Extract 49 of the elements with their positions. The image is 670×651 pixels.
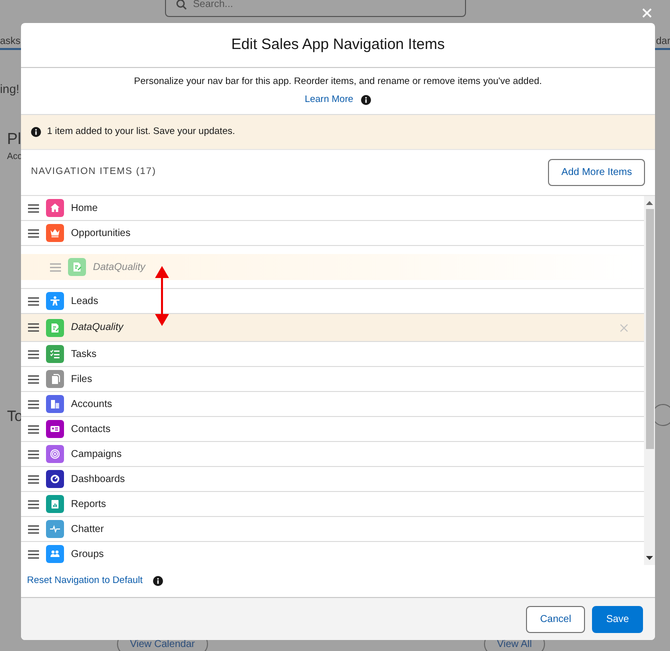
banner-text: ing! xyxy=(0,81,20,98)
scrollbar[interactable] xyxy=(644,196,655,565)
reset-navigation-link[interactable]: Reset Navigation to Default xyxy=(27,574,143,588)
info-icon xyxy=(152,576,163,586)
scroll-down-icon[interactable] xyxy=(646,555,653,561)
drag-handle-icon[interactable] xyxy=(28,474,39,484)
alert-message: 1 item added to your list. Save your updates. xyxy=(47,124,235,139)
drag-handle-icon[interactable] xyxy=(28,228,39,238)
card-subtitle: Acc xyxy=(7,150,22,163)
nav-item[interactable]: Accounts xyxy=(21,392,644,417)
nav-item[interactable]: Chatter xyxy=(21,517,644,542)
tab-label: dar xyxy=(656,35,670,49)
info-icon xyxy=(31,127,41,137)
learn-more-link[interactable]: Learn More xyxy=(304,92,354,107)
nav-item[interactable]: Home xyxy=(21,196,644,221)
add-more-items-button[interactable]: Add More Items xyxy=(548,159,645,186)
description-text: Personalize your nav bar for this app. Reorder items, and rename or remove items you've added. xyxy=(134,75,542,90)
nav-item[interactable]: Reports xyxy=(21,492,644,517)
scroll-up-icon[interactable] xyxy=(646,200,653,206)
close-icon[interactable] xyxy=(642,8,652,18)
section-heading: NAVIGATION ITEMS (17) xyxy=(31,165,156,180)
nav-item[interactable]: Tasks xyxy=(21,342,644,367)
nav-item[interactable]: Contacts xyxy=(21,417,644,442)
modal-title: Edit Sales App Navigation Items xyxy=(231,36,445,54)
drag-handle-icon[interactable] xyxy=(28,450,39,458)
drag-handle-icon[interactable] xyxy=(28,350,39,358)
drag-handle-icon[interactable] xyxy=(28,424,39,434)
info-icon xyxy=(361,94,372,105)
nav-item[interactable]: DataQuality xyxy=(21,314,644,342)
nav-item[interactable]: Dashboards xyxy=(21,467,644,492)
nav-item[interactable]: Groups xyxy=(21,542,644,565)
drag-handle-icon[interactable] xyxy=(28,524,39,534)
save-button[interactable]: Save xyxy=(592,606,643,632)
drag-handle-icon[interactable] xyxy=(28,550,39,558)
card-title: Pl xyxy=(7,130,22,150)
drag-handle-icon[interactable] xyxy=(28,500,39,508)
double-arrow-icon xyxy=(154,265,170,327)
search-icon xyxy=(176,0,187,10)
tab-label: asks xyxy=(0,35,21,49)
drag-handle-icon[interactable] xyxy=(50,262,61,272)
drag-handle-icon[interactable] xyxy=(28,204,39,212)
drag-handle-icon[interactable] xyxy=(28,296,39,306)
drag-handle-icon[interactable] xyxy=(28,374,39,384)
nav-item[interactable]: Campaigns xyxy=(21,442,644,467)
nav-item[interactable]: Files xyxy=(21,367,644,392)
drag-handle-icon[interactable] xyxy=(28,400,39,408)
nav-item[interactable]: Opportunities xyxy=(21,221,644,246)
drag-handle-icon[interactable] xyxy=(28,323,39,332)
cancel-button[interactable]: Cancel xyxy=(526,606,586,632)
